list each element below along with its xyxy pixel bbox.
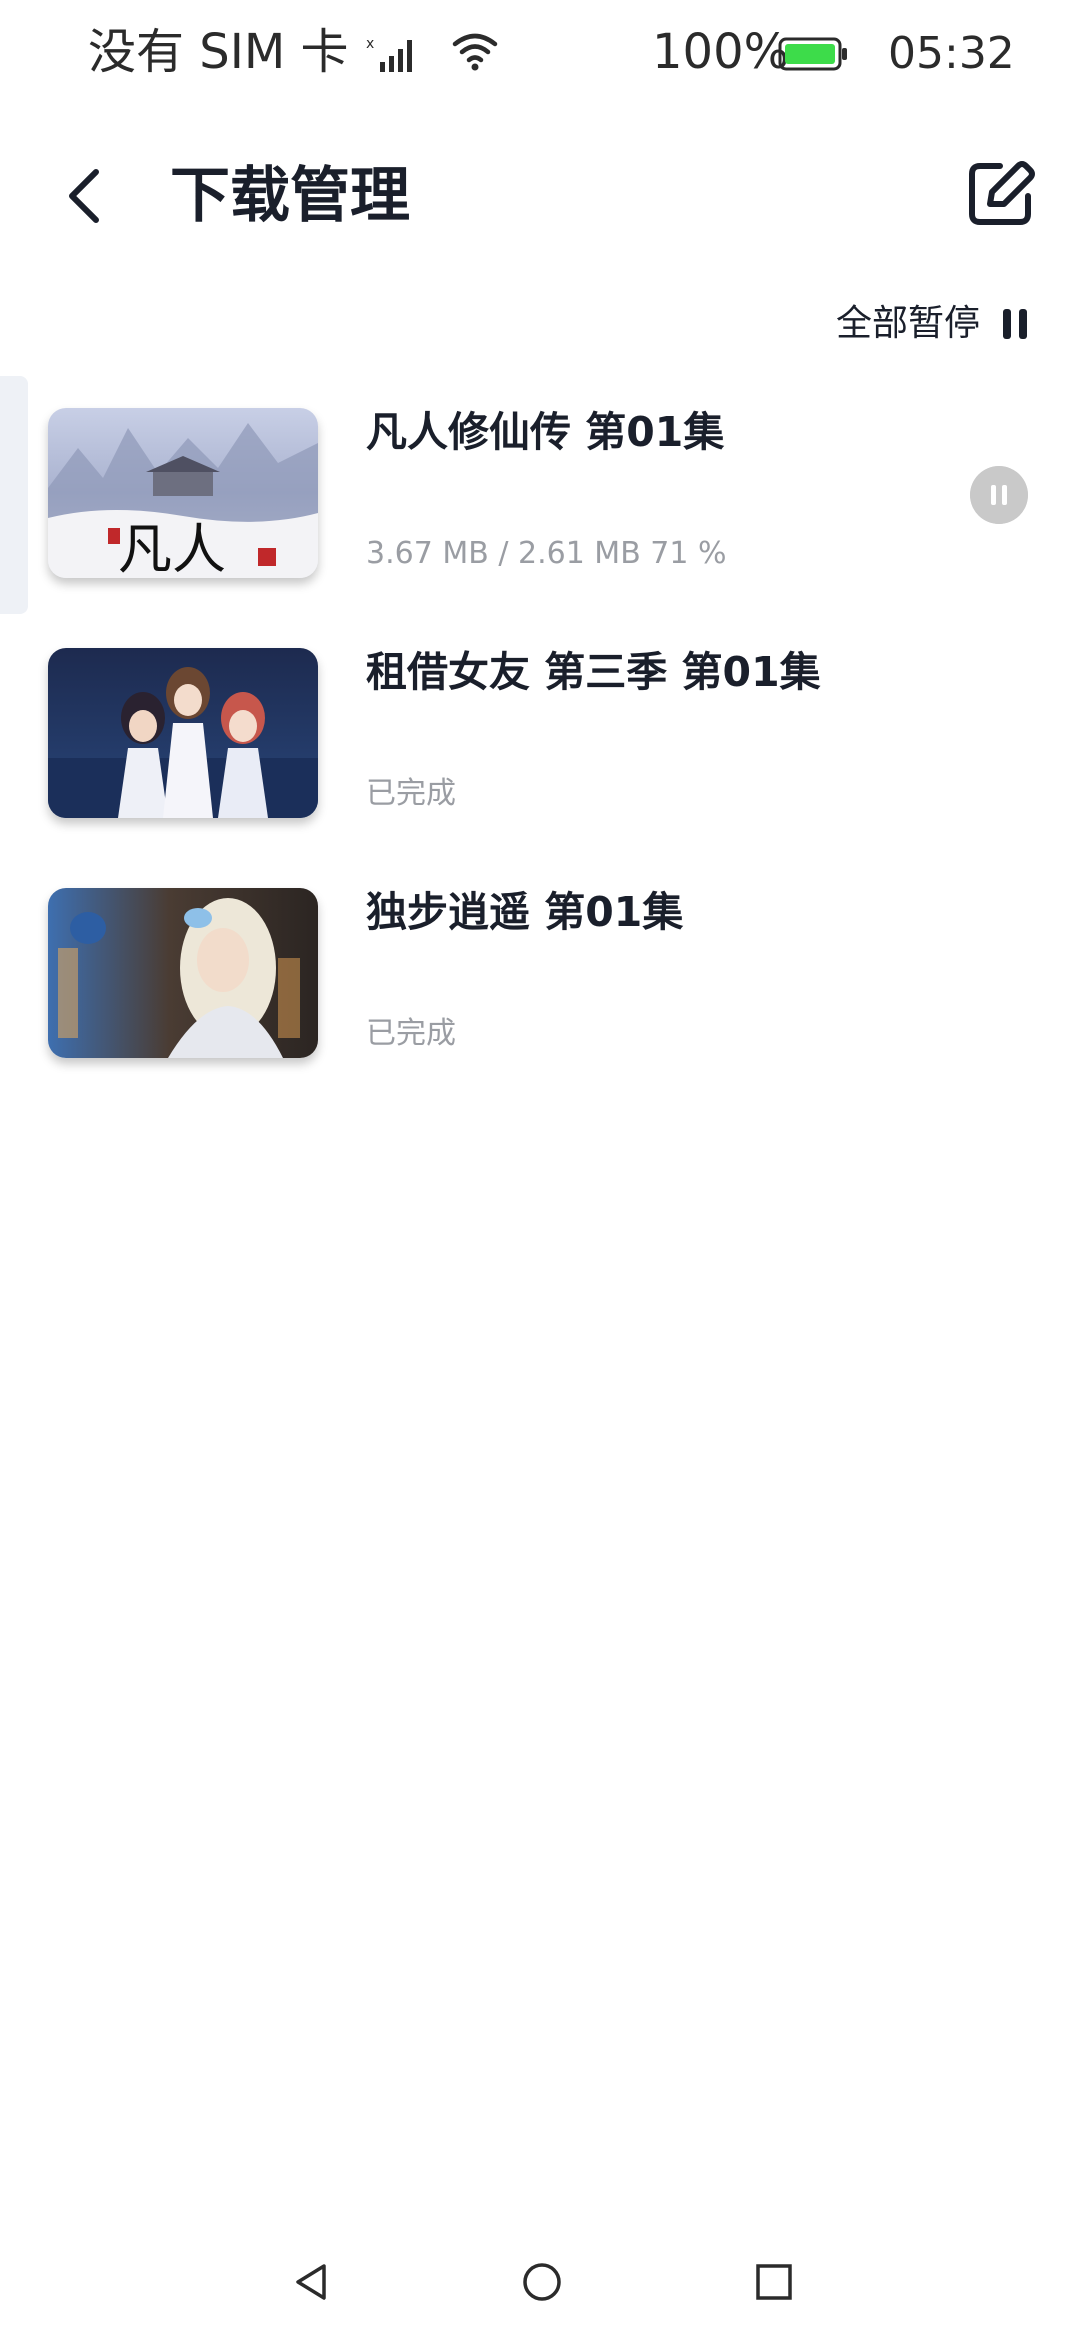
video-thumbnail — [48, 648, 318, 818]
item-title: 凡人修仙传 第01集 — [366, 408, 725, 456]
item-status: 已完成 — [366, 1016, 456, 1051]
pause-icon — [1003, 309, 1027, 339]
video-thumbnail — [48, 888, 318, 1058]
item-title: 独步逍遥 第01集 — [366, 888, 684, 936]
download-list: 凡人 凡人修仙传 第01集 3.67 MB / 2.61 MB 71 % 租借女… — [0, 372, 1080, 1092]
svg-text:x: x — [366, 36, 374, 52]
download-item[interactable]: 凡人 凡人修仙传 第01集 3.67 MB / 2.61 MB 71 % — [0, 372, 1080, 614]
chevron-left-icon[interactable] — [46, 158, 122, 234]
pause-all-label: 全部暂停 — [835, 303, 980, 344]
app-header: 下载管理 — [0, 140, 1080, 250]
page-title: 下载管理 — [170, 161, 410, 231]
battery-icon — [778, 37, 847, 71]
download-item[interactable]: 租借女友 第三季 第01集 已完成 — [0, 612, 1080, 852]
status-bar: 没有 SIM 卡 x 100% 05:32 — [0, 0, 1080, 110]
signal-icon: x — [366, 36, 412, 72]
carrier-label: 没有 SIM 卡 — [88, 24, 349, 80]
system-nav-bar — [0, 2240, 1080, 2340]
video-thumbnail: 凡人 — [48, 408, 318, 578]
edit-icon[interactable] — [960, 154, 1040, 234]
pause-icon[interactable] — [970, 466, 1028, 524]
item-status: 已完成 — [366, 776, 456, 811]
item-progress: 3.67 MB / 2.61 MB 71 % — [366, 536, 727, 571]
back-triangle-icon[interactable] — [290, 2260, 334, 2304]
recents-square-icon[interactable] — [752, 2260, 796, 2304]
pause-all-button[interactable]: 全部暂停 — [836, 298, 1028, 350]
svg-text:凡人: 凡人 — [118, 518, 226, 578]
battery-percent: 100% — [652, 24, 790, 80]
wifi-icon — [452, 33, 498, 71]
item-title: 租借女友 第三季 第01集 — [366, 648, 821, 696]
home-circle-icon[interactable] — [520, 2260, 564, 2304]
clock: 05:32 — [888, 28, 1015, 79]
download-item[interactable]: 独步逍遥 第01集 已完成 — [0, 852, 1080, 1092]
